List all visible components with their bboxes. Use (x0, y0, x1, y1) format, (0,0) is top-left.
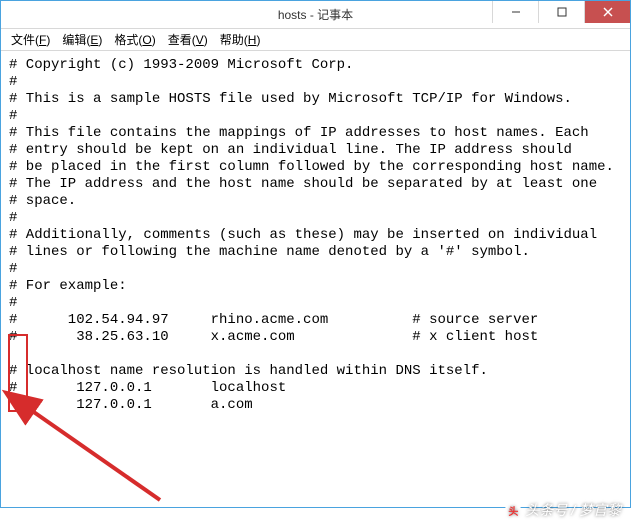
text-area[interactable]: # Copyright (c) 1993-2009 Microsoft Corp… (1, 51, 630, 507)
notepad-window: hosts - 记事本 文件(F) 编辑(E) 格式(O) 查看(V) 帮助(H… (0, 0, 631, 508)
titlebar[interactable]: hosts - 记事本 (1, 1, 630, 29)
maximize-icon (557, 7, 567, 17)
menubar: 文件(F) 编辑(E) 格式(O) 查看(V) 帮助(H) (1, 29, 630, 51)
watermark-logo-icon: 头 (505, 502, 521, 518)
close-icon (603, 7, 613, 17)
menu-edit[interactable]: 编辑(E) (56, 29, 108, 50)
window-controls (492, 1, 630, 23)
close-button[interactable] (584, 1, 630, 23)
menu-help[interactable]: 帮助(H) (214, 29, 267, 50)
menu-view[interactable]: 查看(V) (162, 29, 214, 50)
menu-format[interactable]: 格式(O) (108, 29, 161, 50)
minimize-icon (511, 7, 521, 17)
minimize-button[interactable] (492, 1, 538, 23)
menu-file[interactable]: 文件(F) (5, 29, 56, 50)
maximize-button[interactable] (538, 1, 584, 23)
watermark-text: 头条号 / 梦官黎 (525, 500, 621, 520)
watermark: 头 头条号 / 梦官黎 (505, 500, 621, 520)
